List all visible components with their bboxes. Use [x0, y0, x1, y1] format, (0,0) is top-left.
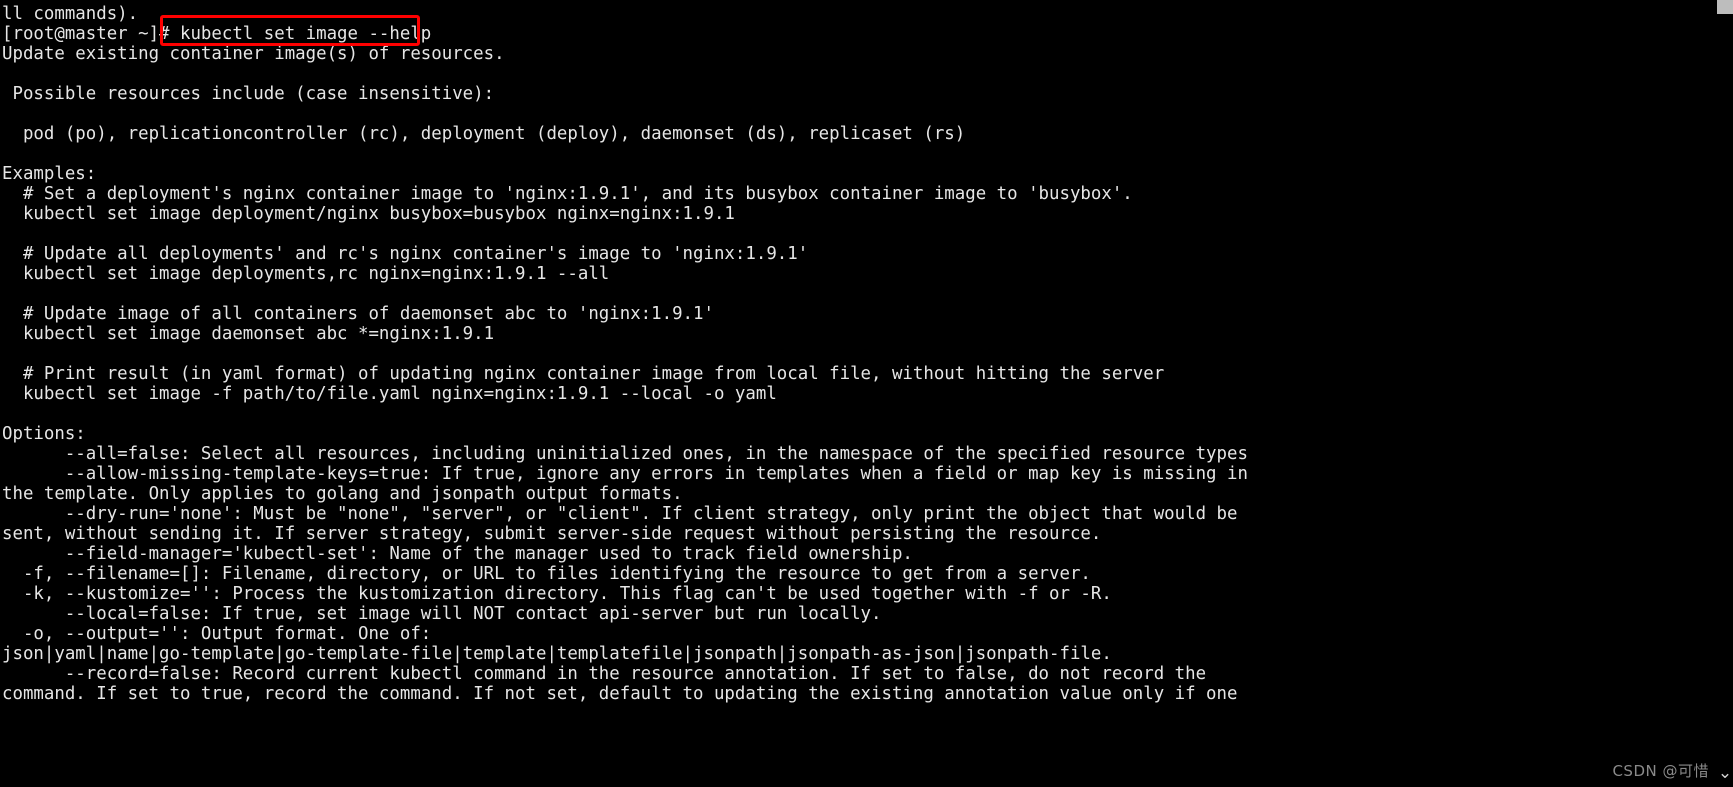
terminal-line: ll commands). — [2, 4, 139, 24]
terminal-line: sent, without sending it. If server stra… — [2, 524, 1102, 544]
terminal-line: -f, --filename=[]: Filename, directory, … — [2, 564, 1091, 584]
terminal-line: [root@master ~]# kubectl set image --hel… — [2, 24, 432, 44]
terminal-line: -k, --kustomize='': Process the kustomiz… — [2, 584, 1112, 604]
terminal-line: # Update all deployments' and rc's nginx… — [2, 244, 809, 264]
terminal-line: --local=false: If true, set image will N… — [2, 604, 882, 624]
terminal-line: --allow-missing-template-keys=true: If t… — [2, 464, 1248, 484]
terminal-line: kubectl set image daemonset abc *=nginx:… — [2, 324, 495, 344]
terminal-line: command. If set to true, record the comm… — [2, 684, 1238, 704]
terminal-line: the template. Only applies to golang and… — [2, 484, 683, 504]
scrollbar-thumb[interactable] — [1717, 0, 1733, 14]
terminal-line: # Set a deployment's nginx container ima… — [2, 184, 1133, 204]
terminal-line: kubectl set image deployments,rc nginx=n… — [2, 264, 610, 284]
terminal-line: --field-manager='kubectl-set': Name of t… — [2, 544, 913, 564]
terminal-line: kubectl set image -f path/to/file.yaml n… — [2, 384, 777, 404]
terminal-line: # Print result (in yaml format) of updat… — [2, 364, 1165, 384]
csdn-watermark: CSDN @可惜 — [1612, 762, 1709, 780]
terminal-line: pod (po), replicationcontroller (rc), de… — [2, 124, 966, 144]
scrollbar-track[interactable]: ⌄ — [1717, 0, 1733, 787]
terminal-line: --dry-run='none': Must be "none", "serve… — [2, 504, 1238, 524]
terminal-line: -o, --output='': Output format. One of: — [2, 624, 432, 644]
chevron-down-icon[interactable]: ⌄ — [1717, 761, 1733, 785]
terminal-line: Possible resources include (case insensi… — [2, 84, 495, 104]
terminal-line: --all=false: Select all resources, inclu… — [2, 444, 1248, 464]
terminal-line: Options: — [2, 424, 86, 444]
terminal-line: Update existing container image(s) of re… — [2, 44, 505, 64]
terminal-line: json|yaml|name|go-template|go-template-f… — [2, 644, 1112, 664]
terminal-line: # Update image of all containers of daem… — [2, 304, 714, 324]
terminal-line: Examples: — [2, 164, 97, 184]
terminal-line: --record=false: Record current kubectl c… — [2, 664, 1207, 684]
terminal-output[interactable]: ll commands). [root@master ~]# kubectl se… — [0, 0, 1733, 787]
terminal-line: kubectl set image deployment/nginx busyb… — [2, 204, 735, 224]
